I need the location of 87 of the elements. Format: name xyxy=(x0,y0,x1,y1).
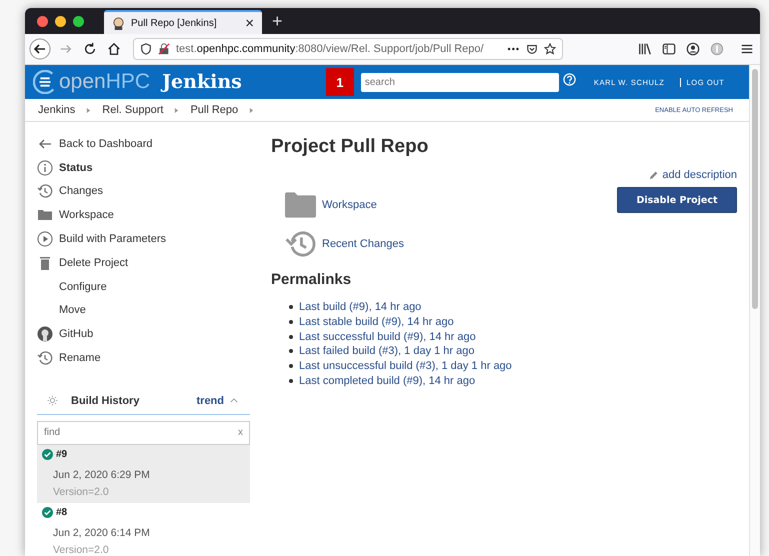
sidebar-link[interactable]: Configure xyxy=(59,280,107,293)
clear-button[interactable]: x xyxy=(238,427,243,438)
breadcrumb-arrow-icon[interactable] xyxy=(249,106,254,114)
sidebar-link[interactable]: Back to Dashboard xyxy=(59,138,153,150)
library-icon[interactable] xyxy=(638,42,652,56)
build-row[interactable]: #8 Jun 2, 2020 6:14 PM Version=2.0 xyxy=(37,502,250,556)
find-field[interactable]: find x xyxy=(37,420,250,445)
breadcrumb-link[interactable]: Pull Repo xyxy=(190,104,238,116)
permalink[interactable]: Last stable build (#9), 14 hr ago xyxy=(299,316,454,328)
pencil-icon xyxy=(649,170,660,180)
star-icon[interactable] xyxy=(544,43,556,55)
close-window-button[interactable] xyxy=(37,16,48,26)
permalinks-heading: Permalinks xyxy=(271,271,352,288)
reload-icon[interactable] xyxy=(83,42,97,56)
bullet-icon xyxy=(289,305,293,310)
sidebar-icon[interactable] xyxy=(662,42,676,56)
disable-project-button[interactable]: Disable Project xyxy=(617,187,737,213)
bullet-icon xyxy=(289,378,293,383)
permalink[interactable]: Last successful build (#9), 14 hr ago xyxy=(299,330,476,343)
url-text: test.openhpc.community:8080/view/Rel. Support/job/Pull Repo/ xyxy=(176,43,485,55)
trash-icon xyxy=(37,254,53,271)
new-tab-button[interactable]: + xyxy=(262,8,293,34)
breadcrumb-link[interactable]: Jenkins xyxy=(38,104,76,116)
sidebar-link[interactable]: Rename xyxy=(59,352,101,364)
sidebar-link[interactable]: Workspace xyxy=(59,209,114,222)
notification-badge[interactable]: 1 xyxy=(326,68,354,96)
caret-icon[interactable] xyxy=(230,398,238,404)
tab-title: Pull Repo [Jenkins] xyxy=(131,18,218,28)
project-link[interactable]: Recent Changes xyxy=(322,238,404,250)
logo-icon[interactable] xyxy=(33,70,57,94)
breadcrumb-arrow-icon[interactable] xyxy=(86,106,92,114)
build-parameters: Version=2.0 xyxy=(52,486,110,498)
sidebar-link[interactable]: Changes xyxy=(59,185,104,198)
browser-tab[interactable]: Pull Repo [Jenkins] × xyxy=(104,10,262,34)
sidebar-link[interactable]: GitHub xyxy=(59,328,94,340)
bullet-icon xyxy=(289,334,293,339)
info-icon xyxy=(37,160,53,176)
build-history-title: Build History xyxy=(71,394,140,407)
help-icon[interactable] xyxy=(562,72,576,86)
permalink[interactable]: Last unsuccessful build (#3), 1 day 1 hr ago xyxy=(299,360,512,372)
sidebar-link[interactable]: Build with Parameters xyxy=(59,233,166,246)
pocket-icon[interactable] xyxy=(526,43,538,55)
logo-text: open xyxy=(59,70,106,94)
insecure-lock-icon xyxy=(158,43,170,55)
permalink[interactable]: Last completed build (#9), 14 hr ago xyxy=(299,374,476,387)
home-icon[interactable] xyxy=(107,42,121,56)
sidebar-link[interactable]: Status xyxy=(59,162,93,174)
bullet-icon xyxy=(289,349,293,354)
history-icon xyxy=(37,183,53,200)
bullet-icon xyxy=(289,320,293,324)
project-link[interactable]: Workspace xyxy=(322,198,377,210)
app-name[interactable]: Jenkins xyxy=(162,71,242,93)
build-parameters: Version=2.0 xyxy=(52,544,110,556)
back-button[interactable] xyxy=(29,38,51,60)
extension-icon[interactable] xyxy=(710,42,724,56)
build-date: Jun 2, 2020 6:14 PM xyxy=(52,526,151,539)
menu-icon[interactable] xyxy=(740,42,754,56)
history-icon xyxy=(37,350,53,366)
minimize-window-button[interactable] xyxy=(55,16,66,26)
bullet-icon xyxy=(289,364,293,368)
account-icon[interactable] xyxy=(686,42,700,56)
sidebar-link[interactable]: Delete Project xyxy=(59,256,128,269)
search-field[interactable]: search xyxy=(360,72,559,92)
play-icon xyxy=(37,231,53,248)
zoom-window-button[interactable] xyxy=(73,16,84,26)
breadcrumb-link[interactable]: Rel. Support xyxy=(102,104,164,116)
permalink[interactable]: Last failed build (#3), 1 day 1 hr ago xyxy=(299,345,475,358)
butler-icon xyxy=(112,16,125,30)
page-actions-icon[interactable]: ••• xyxy=(508,44,520,54)
weather-icon xyxy=(47,395,58,406)
trend-link[interactable]: trend xyxy=(196,394,224,407)
build-date: Jun 2, 2020 6:29 PM xyxy=(52,468,151,481)
shield-icon xyxy=(140,43,152,55)
history-icon xyxy=(285,230,316,256)
build-number-link[interactable]: #9 xyxy=(56,449,68,460)
address-bar[interactable]: test.openhpc.community:8080/view/Rel. Support/job/Pull Repo/ ••• xyxy=(133,38,563,60)
permalink[interactable]: Last build (#9), 14 hr ago xyxy=(299,301,422,314)
build-row[interactable]: #9 Jun 2, 2020 6:29 PM Version=2.0 xyxy=(37,444,250,503)
add-description-link[interactable]: add description xyxy=(662,169,737,181)
sidebar-link[interactable]: Move xyxy=(59,304,86,316)
folder-icon xyxy=(285,192,316,218)
build-number-link[interactable]: #8 xyxy=(56,507,68,518)
page-title: Project Pull Repo xyxy=(271,136,430,158)
breadcrumb-arrow-icon[interactable] xyxy=(174,106,180,114)
close-tab-button[interactable]: × xyxy=(245,14,254,32)
logo-text: HPC xyxy=(106,70,150,94)
scrollbar-thumb[interactable] xyxy=(752,69,758,309)
